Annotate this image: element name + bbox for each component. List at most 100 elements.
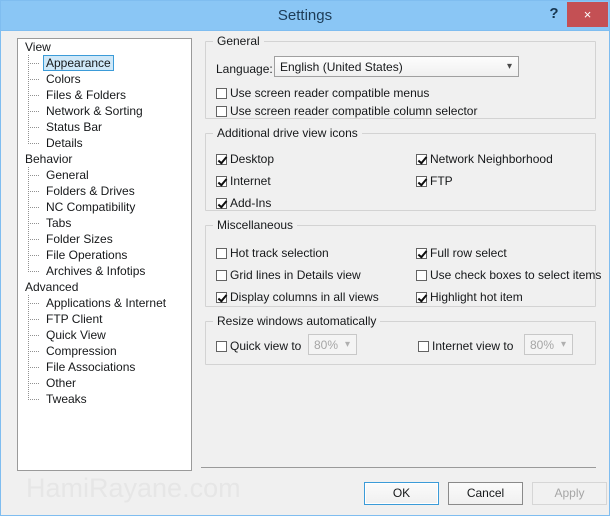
tree-item-label: FTP Client (46, 312, 103, 326)
checkbox-box (416, 154, 427, 165)
tree-item-nc-compatibility[interactable]: NC Compatibility (18, 199, 191, 215)
language-select[interactable]: English (United States) ▾ (274, 56, 519, 77)
tree-connector-icon (28, 183, 42, 199)
checkbox-label: Add-Ins (230, 196, 272, 210)
tree-connector-icon (28, 199, 42, 215)
checkbox-box (216, 292, 227, 303)
tree-item-colors[interactable]: Colors (18, 71, 191, 87)
tree-item-ftp-client[interactable]: FTP Client (18, 311, 191, 327)
checkbox-internet-view-resize[interactable]: Internet view to (418, 339, 513, 353)
resize-groupbox: Resize windows automatically Quick view … (205, 314, 596, 365)
checkbox-box (416, 270, 427, 281)
tree-connector-icon (28, 87, 42, 103)
tree-item-archives-and-infotips[interactable]: Archives & Infotips (18, 263, 191, 279)
tree-connector-icon (28, 71, 42, 87)
tree-connector-icon (28, 167, 42, 183)
checkbox-label: Use check boxes to select items (430, 268, 602, 282)
tree-item-tweaks[interactable]: Tweaks (18, 391, 191, 407)
checkbox-label: Network Neighborhood (430, 152, 553, 166)
internet-view-percent-value: 80% (530, 338, 555, 352)
tree-item-compression[interactable]: Compression (18, 343, 191, 359)
miscellaneous-group-title: Miscellaneous (213, 218, 298, 232)
checkbox-desktop[interactable]: Desktop (216, 152, 274, 166)
tree-item-status-bar[interactable]: Status Bar (18, 119, 191, 135)
checkbox-label: Quick view to (230, 339, 302, 353)
tree-item-tabs[interactable]: Tabs (18, 215, 191, 231)
help-button[interactable]: ? (543, 1, 565, 27)
title-bar: Settings ? × (1, 1, 609, 31)
tree-item-details[interactable]: Details (18, 135, 191, 151)
checkbox-box (216, 176, 227, 187)
tree-item-other[interactable]: Other (18, 375, 191, 391)
general-group-title: General (213, 34, 264, 48)
tree-item-label: Tabs (46, 216, 72, 230)
ok-button[interactable]: OK (364, 482, 439, 505)
drive-icons-group-title: Additional drive view icons (213, 126, 362, 140)
tree-item-file-associations[interactable]: File Associations (18, 359, 191, 375)
tree-item-file-operations[interactable]: File Operations (18, 247, 191, 263)
checkbox-box (216, 106, 227, 117)
tree-connector-icon (28, 215, 42, 231)
tree-item-folders-and-drives[interactable]: Folders & Drives (18, 183, 191, 199)
chevron-down-icon: ▾ (560, 339, 566, 350)
checkbox-label: Display columns in all views (230, 290, 379, 304)
apply-button[interactable]: Apply (532, 482, 607, 505)
tree-item-quick-view[interactable]: Quick View (18, 327, 191, 343)
tree-item-label: Applications & Internet (46, 296, 167, 310)
tree-connector-icon (28, 231, 42, 247)
checkbox-grid-lines-details-view[interactable]: Grid lines in Details view (216, 268, 361, 282)
quick-view-percent-select[interactable]: 80% ▾ (308, 334, 357, 355)
checkbox-label: Internet view to (432, 339, 514, 353)
close-button[interactable]: × (567, 2, 608, 27)
checkbox-box (216, 88, 227, 99)
checkbox-box (416, 176, 427, 187)
checkbox-label: Highlight hot item (430, 290, 523, 304)
chevron-down-icon: ▾ (344, 339, 350, 350)
checkbox-screen-reader-column-selector[interactable]: Use screen reader compatible column sele… (216, 104, 477, 118)
checkbox-hot-track-selection[interactable]: Hot track selection (216, 246, 329, 260)
cancel-button[interactable]: Cancel (448, 482, 523, 505)
checkbox-network-neighborhood[interactable]: Network Neighborhood (416, 152, 553, 166)
miscellaneous-groupbox: Miscellaneous Hot track selection Grid l… (205, 218, 601, 307)
tree-group-behavior[interactable]: Behavior (18, 151, 191, 167)
checkbox-display-columns-all-views[interactable]: Display columns in all views (216, 290, 379, 304)
tree-item-label: Details (46, 136, 83, 150)
checkbox-label: Desktop (230, 152, 275, 166)
checkbox-quick-view-resize[interactable]: Quick view to (216, 339, 301, 353)
settings-category-tree[interactable]: View Appearance Colors Files & Folders Netwo… (17, 38, 192, 471)
general-groupbox: General Language: English (United States… (205, 34, 596, 119)
tree-connector-icon (28, 119, 42, 135)
settings-content-pane: General Language: English (United States… (201, 34, 601, 465)
tree-group-view[interactable]: View (18, 39, 191, 55)
checkbox-add-ins[interactable]: Add-Ins (216, 196, 271, 210)
checkbox-label: Full row select (430, 246, 507, 260)
checkbox-label: Use screen reader compatible menus (230, 86, 430, 100)
tree-item-label: NC Compatibility (46, 200, 136, 214)
tree-item-applications-and-internet[interactable]: Applications & Internet (18, 295, 191, 311)
tree-item-folder-sizes[interactable]: Folder Sizes (18, 231, 191, 247)
checkbox-use-check-boxes-select-items[interactable]: Use check boxes to select items (416, 268, 601, 282)
checkbox-screen-reader-menus[interactable]: Use screen reader compatible menus (216, 86, 429, 100)
internet-view-percent-select[interactable]: 80% ▾ (524, 334, 573, 355)
tree-item-label: File Associations (46, 360, 136, 374)
checkbox-label: Use screen reader compatible column sele… (230, 104, 478, 118)
checkbox-box (216, 341, 227, 352)
tree-group-advanced[interactable]: Advanced (18, 279, 191, 295)
checkbox-highlight-hot-item[interactable]: Highlight hot item (416, 290, 523, 304)
checkbox-internet[interactable]: Internet (216, 174, 271, 188)
checkbox-ftp[interactable]: FTP (416, 174, 453, 188)
tree-item-label: Files & Folders (46, 88, 127, 102)
tree-item-files-and-folders[interactable]: Files & Folders (18, 87, 191, 103)
tree-item-general[interactable]: General (18, 167, 191, 183)
tree-connector-icon (28, 327, 42, 343)
checkbox-box (418, 341, 429, 352)
tree-item-label: Quick View (46, 328, 106, 342)
tree-item-appearance[interactable]: Appearance (18, 55, 191, 71)
tree-connector-icon (28, 103, 42, 119)
tree-item-network-and-sorting[interactable]: Network & Sorting (18, 103, 191, 119)
tree-item-label: Folder Sizes (46, 232, 113, 246)
checkbox-box (216, 198, 227, 209)
checkbox-full-row-select[interactable]: Full row select (416, 246, 507, 260)
tree-item-label: Other (46, 376, 77, 390)
checkbox-label: Hot track selection (230, 246, 329, 260)
